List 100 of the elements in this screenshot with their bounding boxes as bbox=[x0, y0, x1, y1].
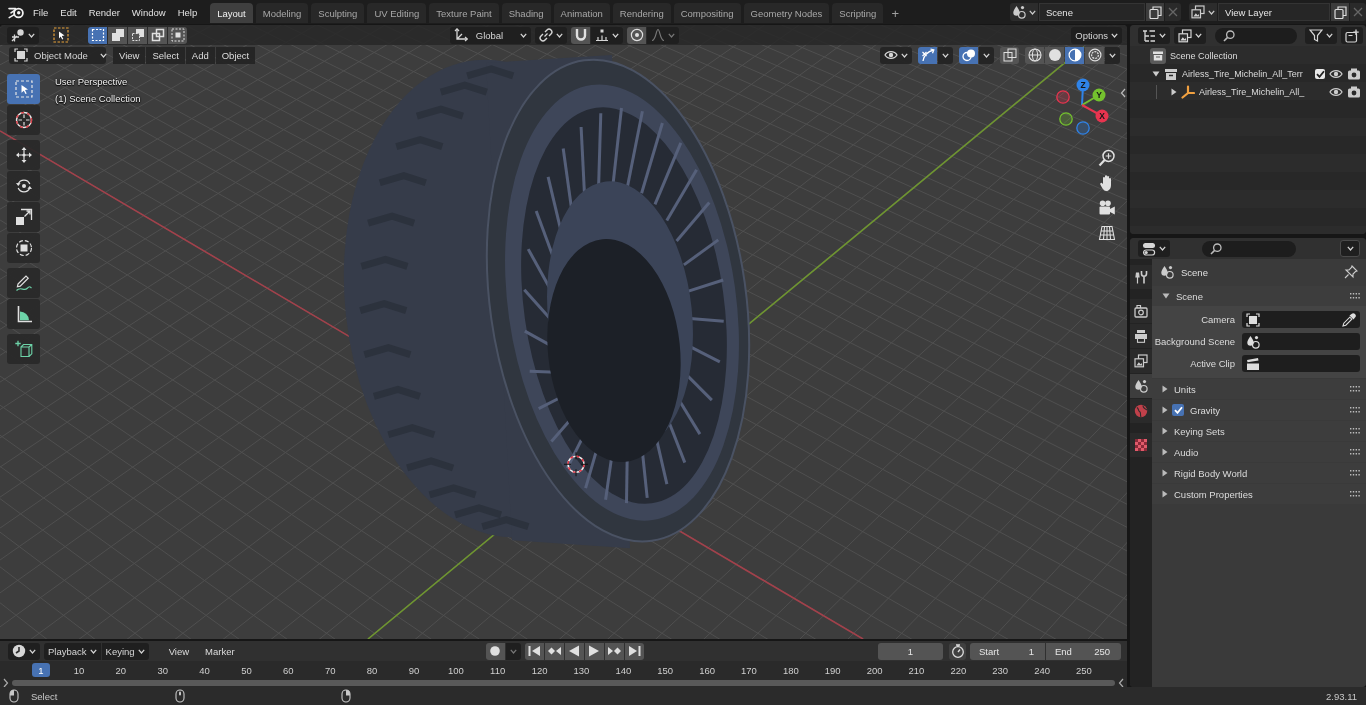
checkbox[interactable] bbox=[1315, 69, 1325, 79]
triangle-right-icon[interactable] bbox=[1162, 490, 1168, 498]
menu-item[interactable]: Select bbox=[146, 46, 185, 64]
eye-icon[interactable] bbox=[1329, 87, 1343, 97]
panel-title[interactable]: Keying Sets bbox=[1174, 425, 1225, 437]
search-icon[interactable] bbox=[1223, 29, 1235, 42]
data-picker-field[interactable] bbox=[1242, 311, 1360, 328]
eye-icon[interactable] bbox=[1329, 69, 1343, 79]
options-dropdown[interactable]: Options bbox=[1071, 26, 1122, 44]
negative-axis-handle[interactable] bbox=[1059, 112, 1073, 126]
grip-icon[interactable] bbox=[1350, 386, 1360, 392]
outliner-item[interactable]: Scene Collection bbox=[1170, 51, 1238, 61]
overlay-toggle[interactable] bbox=[959, 46, 978, 64]
outliner-item[interactable]: Airless_Tire_Michelin_All_Terr bbox=[1182, 69, 1303, 79]
tool-button[interactable] bbox=[7, 202, 40, 232]
grip-icon[interactable] bbox=[1350, 407, 1360, 413]
grip-icon[interactable] bbox=[1350, 491, 1360, 497]
data-picker-field[interactable] bbox=[1242, 333, 1360, 350]
start-frame-field[interactable]: Start 1 bbox=[970, 642, 1045, 660]
axis-handle[interactable]: Y bbox=[1081, 88, 1106, 106]
gizmo-options-dropdown[interactable] bbox=[938, 46, 953, 64]
active-tool-button[interactable] bbox=[51, 26, 70, 44]
data-picker-field[interactable] bbox=[1242, 355, 1360, 372]
panel-title[interactable]: Custom Properties bbox=[1174, 488, 1253, 500]
properties-tab[interactable] bbox=[1130, 299, 1152, 323]
menu-item[interactable]: File bbox=[27, 3, 55, 21]
scene-name-field[interactable]: Scene bbox=[1039, 3, 1145, 21]
menu-item[interactable]: Marker bbox=[199, 642, 241, 660]
new-scene-button[interactable] bbox=[1146, 3, 1164, 21]
editor-type-button[interactable] bbox=[7, 26, 39, 44]
movie-camera-icon[interactable] bbox=[1098, 199, 1116, 217]
editor-type-button[interactable] bbox=[1138, 240, 1170, 257]
options-dropdown[interactable] bbox=[1340, 240, 1360, 257]
shading-mode-button[interactable] bbox=[1065, 46, 1084, 64]
properties-tab[interactable] bbox=[1130, 374, 1152, 398]
select-mode-button[interactable] bbox=[148, 26, 167, 44]
menu-item[interactable]: Help bbox=[171, 3, 204, 21]
triangle-down-icon[interactable] bbox=[1162, 293, 1170, 299]
tool-button[interactable] bbox=[7, 105, 40, 135]
tool-button[interactable] bbox=[7, 233, 40, 263]
menu-item[interactable]: Object bbox=[215, 46, 256, 64]
new-collection-button[interactable] bbox=[1341, 27, 1363, 44]
view-layer-browse-button[interactable] bbox=[1189, 3, 1217, 21]
mode-dropdown[interactable]: Object Mode bbox=[9, 46, 106, 64]
properties-tab[interactable] bbox=[1130, 349, 1152, 373]
falloff-dropdown[interactable] bbox=[647, 26, 680, 44]
menu-item[interactable]: Add bbox=[185, 46, 215, 64]
shading-mode-button[interactable] bbox=[1085, 46, 1104, 64]
menu-dropdown[interactable]: Keying bbox=[101, 642, 149, 660]
workspace-tab[interactable]: Shading bbox=[501, 3, 551, 23]
menu-dropdown[interactable]: Playback bbox=[44, 642, 101, 660]
zoom-icon[interactable] bbox=[1098, 149, 1116, 167]
triangle-right-icon[interactable] bbox=[1162, 406, 1168, 414]
gizmo-toggle[interactable] bbox=[918, 46, 937, 64]
playback-button[interactable] bbox=[524, 642, 544, 660]
proportional-editing-toggle[interactable] bbox=[627, 26, 647, 44]
select-mode-button[interactable] bbox=[108, 26, 127, 44]
grip-icon[interactable] bbox=[1350, 449, 1360, 455]
workspace-tab[interactable]: Compositing bbox=[673, 3, 741, 23]
triangle-right-icon[interactable] bbox=[1162, 469, 1168, 477]
search-field[interactable] bbox=[1202, 240, 1296, 257]
playback-button[interactable] bbox=[624, 642, 644, 660]
axis-handle[interactable]: X bbox=[1081, 104, 1109, 123]
workspace-tab[interactable]: UV Editing bbox=[367, 3, 427, 23]
chevron-left-icon[interactable] bbox=[1118, 678, 1124, 688]
view-layer-name-field[interactable]: View Layer bbox=[1218, 3, 1330, 21]
triangle-right-icon[interactable] bbox=[1171, 88, 1177, 96]
panel-title[interactable]: Audio bbox=[1174, 446, 1199, 458]
panel-title[interactable]: Rigid Body World bbox=[1174, 467, 1248, 479]
shading-options-dropdown[interactable] bbox=[1105, 46, 1120, 64]
camera-icon[interactable] bbox=[1347, 68, 1361, 80]
orientation-dropdown[interactable]: Global bbox=[449, 26, 532, 44]
triangle-down-icon[interactable] bbox=[1152, 71, 1160, 77]
editor-type-button[interactable] bbox=[1138, 27, 1170, 44]
filter-dropdown[interactable] bbox=[1305, 27, 1337, 44]
menu-item[interactable]: View bbox=[113, 46, 146, 64]
checkbox[interactable] bbox=[1172, 404, 1184, 416]
playback-button[interactable] bbox=[584, 642, 604, 660]
grid-icon[interactable] bbox=[1098, 224, 1116, 242]
select-mode-button[interactable] bbox=[88, 26, 107, 44]
preview-range-toggle[interactable] bbox=[949, 642, 966, 660]
add-workspace-button[interactable]: + bbox=[886, 3, 905, 23]
workspace-tab[interactable]: Modeling bbox=[255, 3, 309, 23]
visibility-dropdown[interactable] bbox=[880, 46, 912, 64]
playback-button[interactable] bbox=[564, 642, 584, 660]
snap-target-dropdown[interactable] bbox=[591, 26, 624, 44]
workspace-tab[interactable]: Scripting bbox=[832, 3, 884, 23]
outliner-item[interactable]: Airless_Tire_Michelin_All_ bbox=[1199, 87, 1305, 97]
display-mode-dropdown[interactable] bbox=[1174, 27, 1206, 44]
playhead-marker[interactable]: 1 bbox=[32, 663, 50, 677]
panel-title[interactable]: Scene bbox=[1176, 290, 1203, 302]
negative-axis-handle[interactable] bbox=[1076, 121, 1090, 135]
pivot-dropdown[interactable] bbox=[535, 26, 568, 44]
editor-type-button[interactable] bbox=[8, 642, 40, 660]
grip-icon[interactable] bbox=[1350, 470, 1360, 476]
workspace-tab[interactable]: Sculpting bbox=[311, 3, 365, 23]
select-mode-button[interactable] bbox=[168, 26, 187, 44]
tool-button[interactable] bbox=[7, 299, 40, 329]
properties-tab[interactable] bbox=[1130, 433, 1152, 457]
chevron-left-icon[interactable] bbox=[1120, 88, 1126, 98]
